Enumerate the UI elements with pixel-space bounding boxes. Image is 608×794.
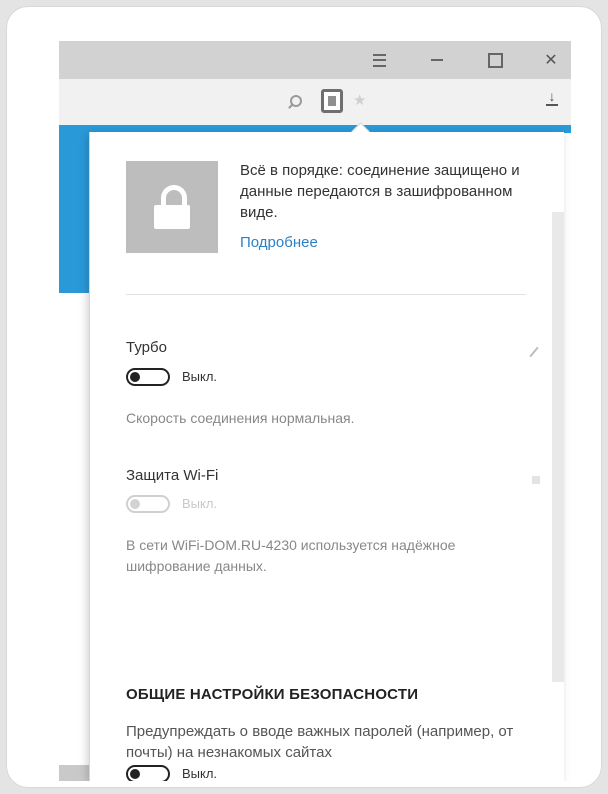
lock-badge: [126, 161, 218, 253]
turbo-title: Турбо: [126, 339, 167, 356]
protect-popup: Всё в порядке: соединение защищено и дан…: [89, 122, 564, 781]
page-footer-band: [59, 765, 89, 781]
edit-icon: [529, 346, 539, 358]
maximize-button[interactable]: [475, 41, 515, 79]
address-bar[interactable]: ★ ↓: [59, 79, 571, 126]
connection-status-text: Всё в порядке: соединение защищено и дан…: [240, 162, 520, 221]
password-warning-text: Предупреждать о вводе важных паролей (на…: [126, 723, 514, 761]
wifi-toggle[interactable]: [126, 495, 170, 513]
menu-button[interactable]: [359, 41, 399, 79]
toggle-knob: [130, 372, 140, 382]
popup-scrollbar[interactable]: [552, 212, 564, 682]
search-icon[interactable]: [287, 92, 305, 110]
general-security-heading: ОБЩИЕ НАСТРОЙКИ БЕЗОПАСНОСТИ: [126, 686, 419, 703]
divider: [126, 294, 526, 295]
screenshot-frame: ✕ ★ ↓ Всё в порядке: соединение защищено…: [6, 6, 602, 788]
browser-window: ✕ ★ ↓ Всё в порядке: соединение защищено…: [59, 41, 571, 781]
wifi-toggle-label: Выкл.: [182, 496, 218, 511]
close-button[interactable]: ✕: [531, 41, 571, 79]
download-icon[interactable]: ↓: [543, 89, 561, 111]
hamburger-icon: [372, 53, 386, 67]
close-icon: ✕: [544, 52, 558, 69]
more-details-link[interactable]: Подробнее: [240, 234, 318, 251]
maximize-icon: [487, 52, 503, 68]
lock-icon: [154, 185, 190, 229]
password-warning-toggle[interactable]: [126, 765, 170, 781]
turbo-toggle-label: Выкл.: [182, 369, 218, 384]
password-warning-toggle-label: Выкл.: [182, 766, 218, 781]
title-bar: ✕: [59, 41, 571, 79]
page-header-band: [59, 125, 89, 293]
protect-icon[interactable]: [321, 89, 343, 113]
toggle-knob: [130, 499, 140, 509]
turbo-toggle[interactable]: [126, 368, 170, 386]
minimize-button[interactable]: [417, 41, 457, 79]
bookmark-icon[interactable]: ★: [353, 93, 366, 109]
page-content-left: [59, 125, 89, 781]
minimize-icon: [431, 59, 443, 61]
turbo-description: Скорость соединения нормальная.: [126, 410, 355, 426]
wifi-indicator: [532, 476, 540, 484]
toggle-knob: [130, 769, 140, 779]
wifi-description: В сети WiFi-DOM.RU-4230 используется над…: [126, 537, 456, 574]
wifi-title: Защита Wi-Fi: [126, 467, 219, 484]
